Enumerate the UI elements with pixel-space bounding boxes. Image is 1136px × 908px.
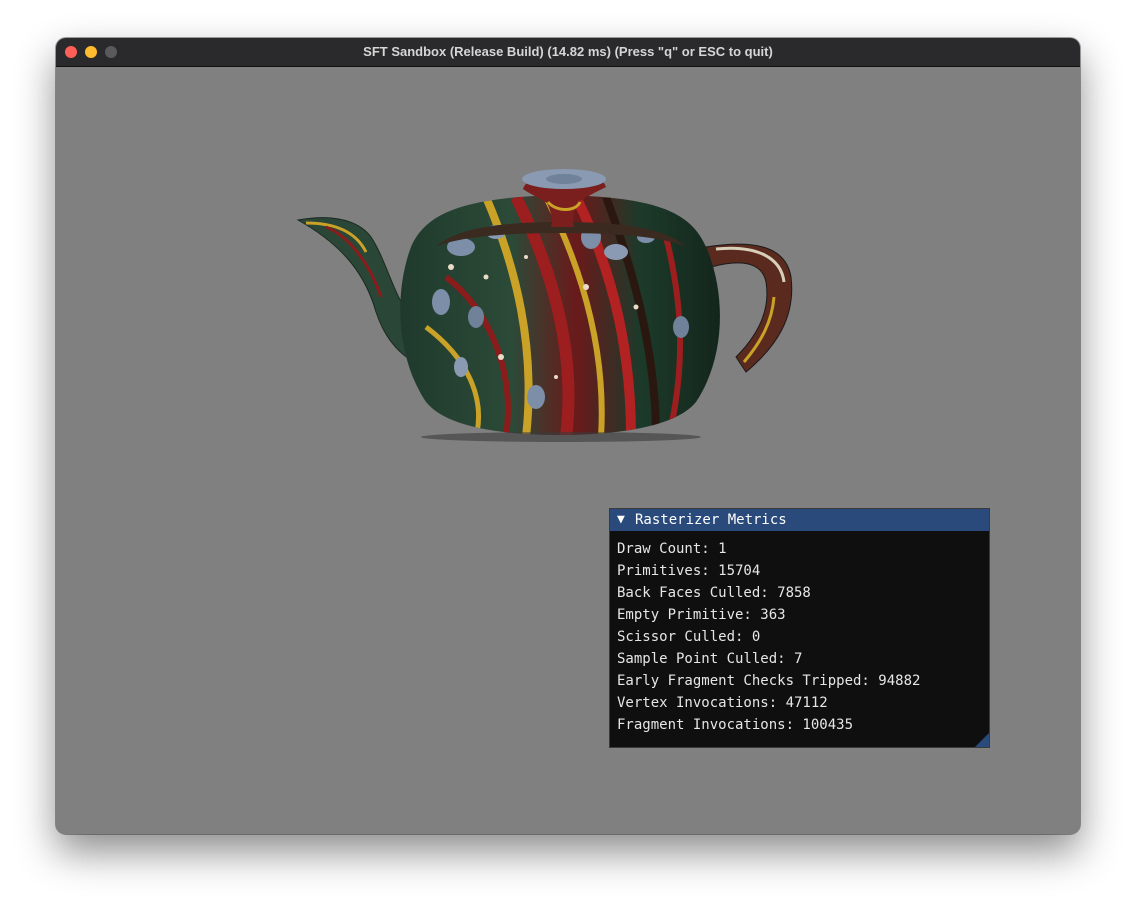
window-title: SFT Sandbox (Release Build) (14.82 ms) (… (363, 44, 773, 59)
teapot-render (296, 169, 793, 442)
metric-early-fragment-checks: Early Fragment Checks Tripped: 94882 (617, 673, 921, 689)
metric-fragment-invocations: Fragment Invocations: 100435 (617, 717, 854, 733)
metric-sample-point-culled: Sample Point Culled: 7 (617, 651, 803, 667)
metric-primitives: Primitives: 15704 (617, 563, 761, 579)
metric-vertex-invocations: Vertex Invocations: 47112 (617, 695, 828, 711)
metric-draw-count: Draw Count: 1 (617, 541, 727, 557)
render-viewport[interactable]: ▼ Rasterizer Metrics Draw Count: 1 Primi… (56, 67, 1080, 834)
title-bar[interactable]: SFT Sandbox (Release Build) (14.82 ms) (… (56, 38, 1080, 67)
rasterizer-metrics-panel[interactable]: ▼ Rasterizer Metrics Draw Count: 1 Primi… (609, 508, 990, 748)
metric-back-faces-culled: Back Faces Culled: 7858 (617, 585, 811, 601)
panel-header[interactable]: ▼ Rasterizer Metrics (610, 509, 989, 531)
panel-title: Rasterizer Metrics (635, 512, 787, 528)
resize-grip-icon[interactable] (975, 733, 989, 747)
triangle-down-icon[interactable]: ▼ (617, 512, 625, 527)
metric-scissor-culled: Scissor Culled: 0 (617, 629, 761, 645)
metric-empty-primitive: Empty Primitive: 363 (617, 607, 786, 623)
app-window: SFT Sandbox (Release Build) (14.82 ms) (… (56, 38, 1080, 834)
